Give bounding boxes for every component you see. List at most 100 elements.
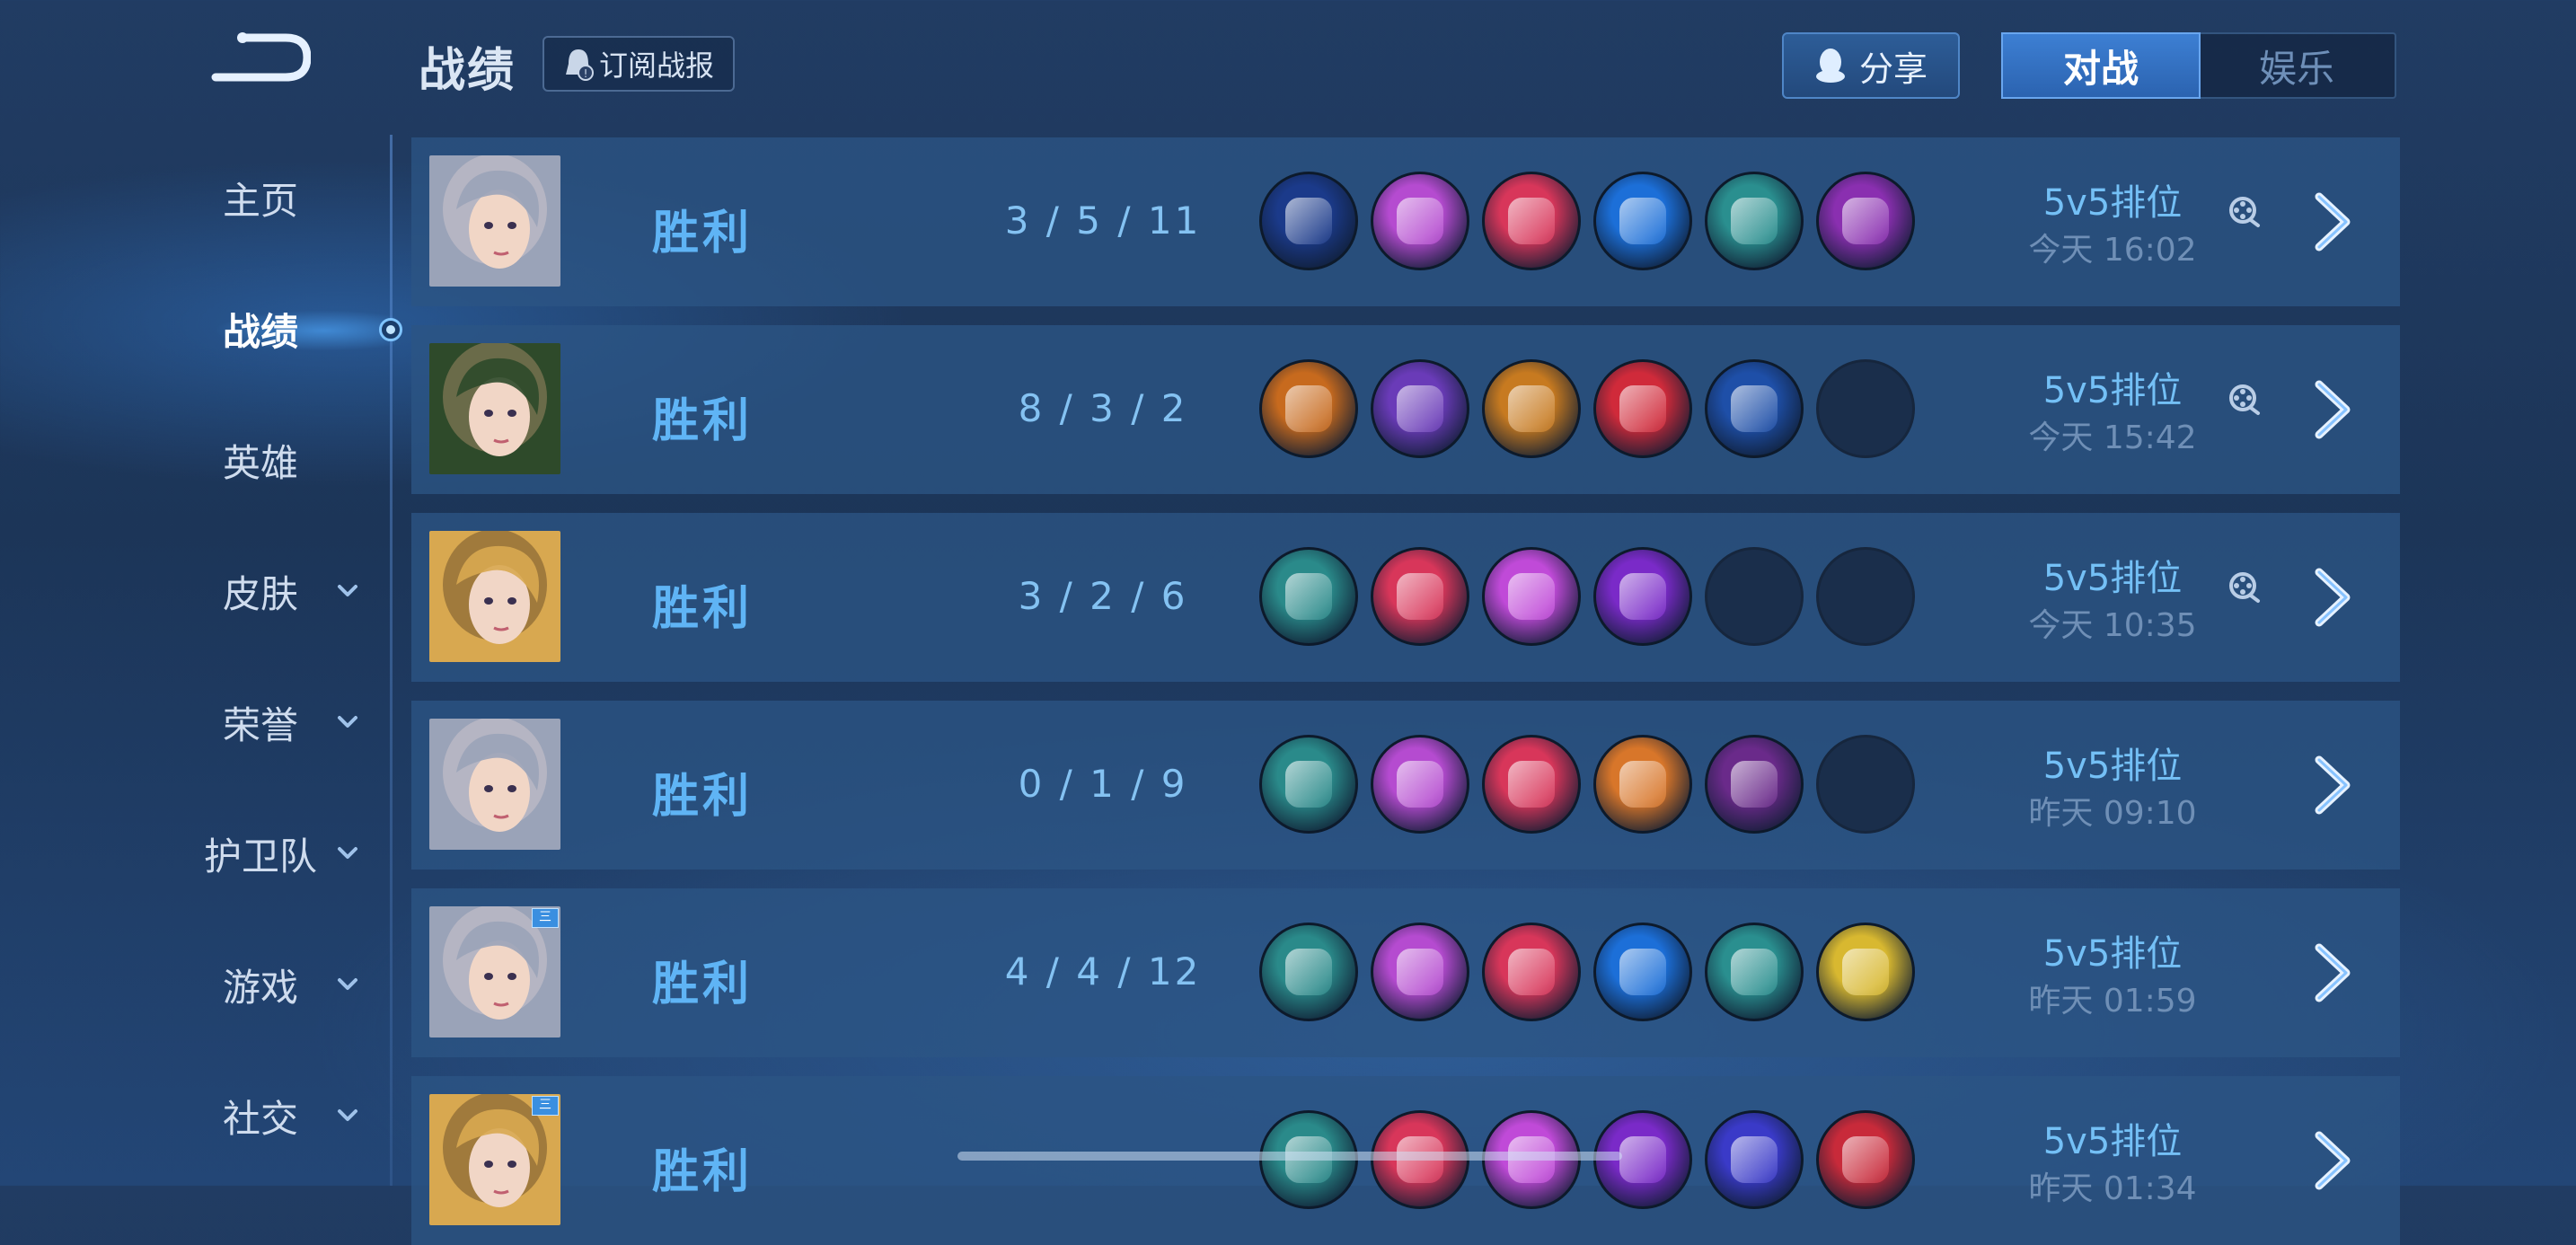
chevron-right-icon[interactable]	[2307, 563, 2369, 631]
match-time: 昨天 09:10	[2028, 795, 2197, 832]
equipment-item-icon	[1482, 359, 1581, 458]
share-button[interactable]: 分享	[1782, 32, 1960, 99]
sidebar-item-7[interactable]: 社交	[153, 1080, 368, 1152]
item-emblem	[1619, 573, 1666, 620]
match-row[interactable]: 胜利 8 / 3 / 2 5v5排位今天 15:42	[411, 325, 2400, 494]
item-emblem	[1508, 949, 1555, 995]
back-button[interactable]	[203, 27, 312, 99]
match-row[interactable]: 三胜利 4 / 4 / 12 5v5排位 昨天 01:59	[411, 888, 2400, 1057]
svg-text:!: !	[584, 67, 588, 80]
game-mode: 5v5排位	[2042, 558, 2183, 599]
item-emblem	[1731, 1136, 1778, 1183]
kda-stats: 8 / 3 / 2	[1018, 386, 1188, 430]
equipment-item-icon	[1705, 735, 1804, 834]
chevron-down-icon	[338, 847, 357, 859]
hero-portrait: 三	[429, 906, 560, 1038]
equipment-item-icon	[1705, 172, 1804, 270]
item-emblem	[1397, 573, 1443, 620]
equipment-items	[1259, 172, 1915, 272]
item-emblem	[1731, 761, 1778, 808]
sidebar-item-label: 游戏	[222, 965, 298, 1010]
equipment-items	[1259, 547, 1915, 648]
home-indicator[interactable]	[957, 1152, 1622, 1161]
chevron-right-icon[interactable]	[2307, 751, 2369, 819]
equipment-item-icon	[1816, 923, 1915, 1021]
item-emblem	[1508, 573, 1555, 620]
equipment-item-icon	[1593, 359, 1692, 458]
match-result: 胜利	[652, 394, 754, 448]
match-row[interactable]: 胜利 0 / 1 / 9 5v5排位 昨天 09:10	[411, 701, 2400, 870]
sidebar-item-label: 社交	[222, 1096, 298, 1141]
sidebar-item-4[interactable]: 荣誉	[153, 686, 368, 758]
game-mode: 5v5排位	[2042, 933, 2183, 975]
item-emblem	[1397, 761, 1443, 808]
hero-tier-badge: 三	[532, 908, 559, 928]
item-emblem	[1397, 198, 1443, 244]
equipment-item-icon	[1259, 172, 1358, 270]
sidebar-item-6[interactable]: 游戏	[153, 949, 368, 1020]
chevron-right-icon[interactable]	[2307, 188, 2369, 256]
sidebar-item-2[interactable]: 英雄	[153, 424, 368, 496]
game-mode: 5v5排位	[2042, 746, 2183, 787]
subscribe-report-button[interactable]: ! 订阅战报	[543, 36, 735, 92]
sidebar-item-3[interactable]: 皮肤	[153, 555, 368, 627]
hero-avatar-image	[429, 719, 560, 850]
qq-penguin-icon	[1815, 49, 1845, 83]
hero-tier-badge: 三	[532, 1096, 559, 1116]
replay-video-icon[interactable]	[2228, 383, 2262, 417]
sidebar-item-label: 英雄	[222, 440, 298, 485]
share-label: 分享	[1858, 49, 1928, 89]
chevron-down-icon	[338, 716, 357, 728]
equipment-items	[1259, 923, 1915, 1023]
item-emblem	[1731, 385, 1778, 432]
match-result: 胜利	[652, 582, 754, 636]
chevron-right-icon[interactable]	[2307, 375, 2369, 444]
sidebar-item-5[interactable]: 护卫队	[153, 817, 368, 889]
equipment-item-icon	[1593, 172, 1692, 270]
replay-video-icon[interactable]	[2228, 195, 2262, 229]
hero-avatar-image	[429, 343, 560, 474]
kda-stats: 3 / 5 / 11	[1004, 199, 1202, 243]
page-title: 战绩	[419, 44, 516, 98]
equipment-item-icon	[1593, 735, 1692, 834]
equipment-item-icon	[1816, 172, 1915, 270]
equipment-item-icon	[1371, 735, 1469, 834]
match-row[interactable]: 胜利 3 / 2 / 6 5v5排位 今天 10:35	[411, 513, 2400, 682]
item-emblem	[1619, 385, 1666, 432]
equipment-item-icon	[1482, 735, 1581, 834]
equipment-item-icon	[1259, 547, 1358, 646]
mode-tabs: 对战 娱乐	[2001, 32, 2396, 99]
tab-battle[interactable]: 对战	[2001, 32, 2201, 99]
equipment-items	[1259, 359, 1915, 460]
match-result: 胜利	[652, 770, 754, 824]
equipment-item-icon	[1371, 547, 1469, 646]
match-row[interactable]: 胜利 3 / 5 / 11 5v5排位 今天 16:02	[411, 137, 2400, 306]
equipment-item-icon	[1593, 923, 1692, 1021]
equipment-item-icon	[1259, 359, 1358, 458]
subscribe-label: 订阅战报	[598, 49, 714, 83]
item-emblem	[1508, 198, 1555, 244]
active-nav-indicator	[379, 318, 402, 341]
chevron-down-icon	[338, 585, 357, 596]
item-emblem	[1731, 949, 1778, 995]
sidebar-item-label: 皮肤	[222, 571, 298, 616]
item-emblem	[1731, 198, 1778, 244]
chevron-right-icon[interactable]	[2307, 1126, 2369, 1195]
match-row[interactable]: 三胜利 5v5排位 昨天 01:34	[411, 1076, 2400, 1245]
tab-entertainment[interactable]: 娱乐	[2199, 34, 2395, 97]
match-time: 今天 15:42	[2028, 419, 2197, 456]
item-emblem	[1619, 1136, 1666, 1183]
match-time: 昨天 01:59	[2028, 983, 2197, 1020]
item-emblem	[1619, 198, 1666, 244]
subscribe-icon: !	[565, 49, 594, 81]
item-emblem	[1285, 573, 1332, 620]
game-mode: 5v5排位	[2042, 370, 2183, 411]
replay-video-icon[interactable]	[2228, 570, 2262, 605]
chevron-right-icon[interactable]	[2307, 939, 2369, 1007]
equipment-item-icon	[1371, 359, 1469, 458]
sidebar-item-1[interactable]: 战绩	[153, 293, 368, 365]
item-emblem	[1619, 949, 1666, 995]
sidebar-item-0[interactable]: 主页	[153, 162, 368, 234]
item-emblem	[1285, 761, 1332, 808]
item-emblem	[1285, 198, 1332, 244]
